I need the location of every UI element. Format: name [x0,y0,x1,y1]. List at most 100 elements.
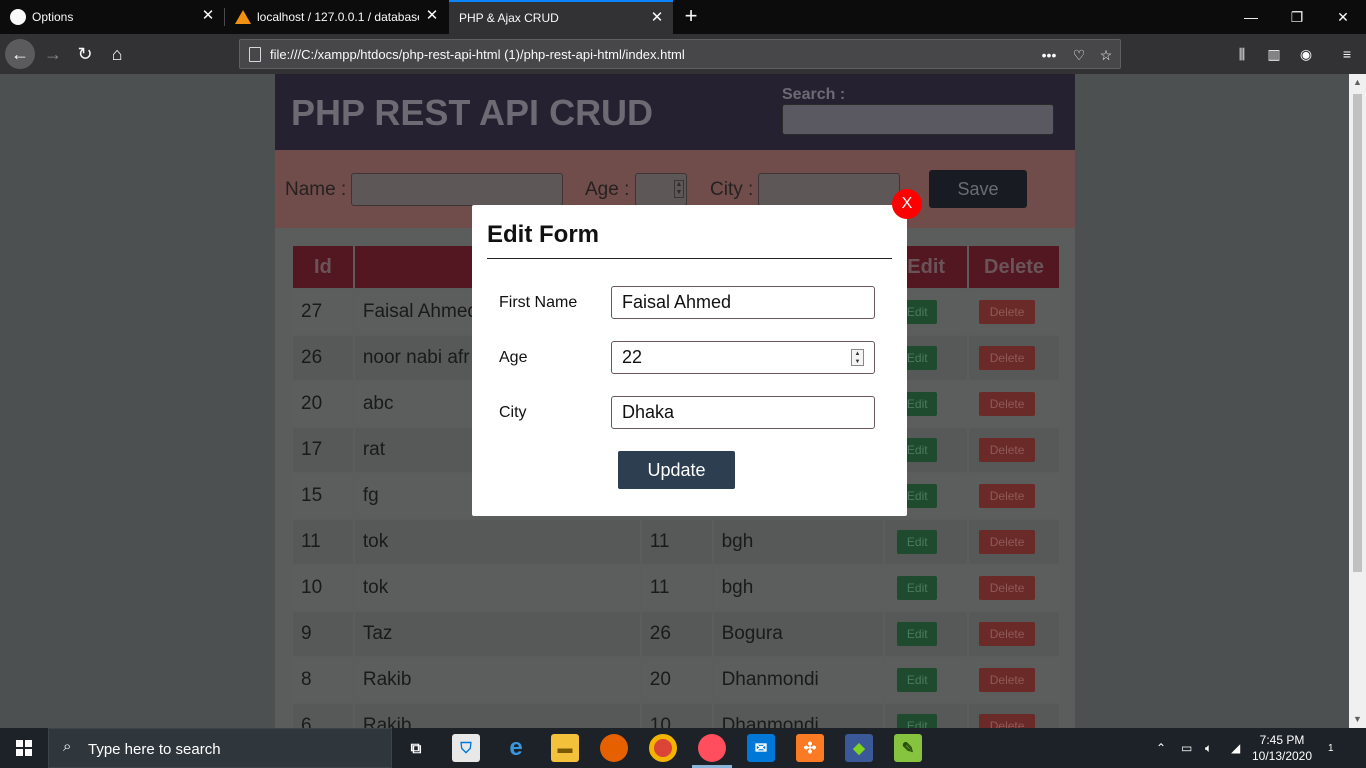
scroll-down-icon[interactable]: ▼ [1349,711,1366,728]
age-label: Age : [585,179,630,200]
cell-edit: Edit [885,612,968,656]
edit-button[interactable]: Edit [897,530,938,554]
tab-label: Options [32,10,74,24]
edit-button[interactable]: Edit [897,714,938,728]
show-hidden-icons[interactable]: ⌃ [1156,728,1166,768]
scroll-thumb[interactable] [1353,94,1362,572]
cell-delete: Delete [969,336,1059,380]
delete-button[interactable]: Delete [979,668,1036,692]
cell-id: 17 [293,428,353,472]
name-input[interactable] [351,173,563,206]
delete-button[interactable]: Delete [979,346,1036,370]
cell-name: tok [354,520,640,564]
maximize-button[interactable]: ❐ [1274,0,1320,34]
city-value: Dhaka [622,402,675,422]
cell-delete: Delete [969,704,1059,728]
back-button[interactable]: ← [5,39,35,69]
xampp-icon[interactable]: ✣ [796,734,824,762]
chrome-icon[interactable] [649,734,677,762]
git-icon[interactable]: ◆ [845,734,873,762]
bookmark-star-icon[interactable]: ☆ [1097,46,1115,64]
age-stepper-icon[interactable]: ▲ ▼ [851,349,864,366]
account-icon[interactable]: ◉ [1296,44,1316,64]
system-clock[interactable]: 7:45 PM 10/13/2020 [1247,732,1317,764]
store-icon[interactable]: ⛉ [452,734,480,762]
pocket-icon[interactable]: ♡ [1070,46,1088,64]
url-bar[interactable]: file:///C:/xampp/htdocs/php-rest-api-htm… [239,39,1121,69]
taskbar-search-box[interactable]: ⌕ Type here to search [48,728,392,768]
library-icon[interactable]: ⫼ [1232,44,1252,64]
age-input[interactable]: ▲ ▼ [635,173,687,206]
battery-icon[interactable]: ▭ [1181,728,1192,768]
city-input[interactable] [758,173,900,206]
tab-options[interactable]: Options ✕ [0,0,224,34]
delete-button[interactable]: Delete [979,576,1036,600]
cell-city: Dhanmondi [713,704,884,728]
tab-phpmyadmin[interactable]: localhost / 127.0.0.1 / database ✕ [225,0,448,34]
age-spinner-icon[interactable]: ▲ ▼ [674,180,684,198]
cell-name: Rakib [354,704,640,728]
first-name-input[interactable]: Faisal Ahmed [611,286,875,319]
tab-close-icon[interactable]: ✕ [200,8,216,24]
mail-icon[interactable]: ✉ [747,734,775,762]
volume-icon[interactable]: 🔈︎ [1205,728,1212,768]
delete-button[interactable]: Delete [979,714,1036,728]
home-button[interactable]: ⌂ [103,40,131,68]
delete-button[interactable]: Delete [979,622,1036,646]
tab-close-icon[interactable]: ✕ [424,8,440,24]
vertical-scrollbar[interactable]: ▲ ▼ [1349,74,1366,728]
firefox-developer-icon[interactable] [698,734,726,762]
page-title: PHP REST API CRUD [291,92,654,133]
file-explorer-icon[interactable]: ▬ [551,734,579,762]
delete-button[interactable]: Delete [979,392,1036,416]
edit-button[interactable]: Edit [897,576,938,600]
reload-icon: ↻ [77,43,93,64]
city-field-input[interactable]: Dhaka [611,396,875,429]
url-text[interactable]: file:///C:/xampp/htdocs/php-rest-api-htm… [270,47,685,62]
delete-button[interactable]: Delete [979,530,1036,554]
task-view-icon[interactable]: ⧉ [402,734,430,762]
close-window-button[interactable]: ✕ [1320,0,1366,34]
reload-button[interactable]: ↻ [71,40,99,68]
edit-button[interactable]: Edit [897,668,938,692]
scroll-up-icon[interactable]: ▲ [1349,74,1366,91]
table-row: 8 Rakib 20 Dhanmondi Edit Delete [293,658,1059,702]
cell-city: bgh [713,566,884,610]
delete-button[interactable]: Delete [979,300,1036,324]
menu-icon[interactable]: ≡ [1337,44,1357,64]
minimize-button[interactable]: — [1228,0,1274,34]
cell-city: bgh [713,520,884,564]
age-field-input[interactable]: 22 ▲ ▼ [611,341,875,374]
cell-age: 26 [641,612,712,656]
save-button[interactable]: Save [929,170,1027,208]
network-icon[interactable]: ◢ [1231,728,1240,768]
action-center-icon[interactable]: 1 [1326,728,1334,768]
cell-delete: Delete [969,382,1059,426]
firefox-icon[interactable] [600,734,628,762]
windows-logo-icon [16,740,32,756]
first-name-label: First Name [499,294,578,311]
page-actions-icon[interactable]: ••• [1040,46,1058,64]
search-input[interactable] [782,104,1054,135]
page-header: PHP REST API CRUD Search : [275,74,1075,150]
tab-php-ajax-crud[interactable]: PHP & Ajax CRUD ✕ [449,0,673,34]
tab-close-icon[interactable]: ✕ [649,10,665,26]
forward-button[interactable]: → [39,40,67,68]
delete-button[interactable]: Delete [979,438,1036,462]
start-button[interactable] [0,728,48,768]
cell-edit: Edit [885,566,968,610]
cell-edit: Edit [885,658,968,702]
arrow-left-icon: ← [11,43,29,64]
edit-button[interactable]: Edit [897,622,938,646]
new-tab-button[interactable]: + [680,5,702,27]
update-button[interactable]: Update [618,451,735,489]
sidebar-icon[interactable]: ▥ [1264,44,1284,64]
tab-label: localhost / 127.0.0.1 / database [257,10,419,24]
edge-icon[interactable]: e [502,734,530,762]
table-row: 6 Rakib 10 Dhanmondi Edit Delete [293,704,1059,728]
cell-id: 6 [293,704,353,728]
notepad-plus-icon[interactable]: ✎ [894,734,922,762]
modal-close-button[interactable]: X [892,189,922,219]
cell-age: 11 [641,566,712,610]
delete-button[interactable]: Delete [979,484,1036,508]
